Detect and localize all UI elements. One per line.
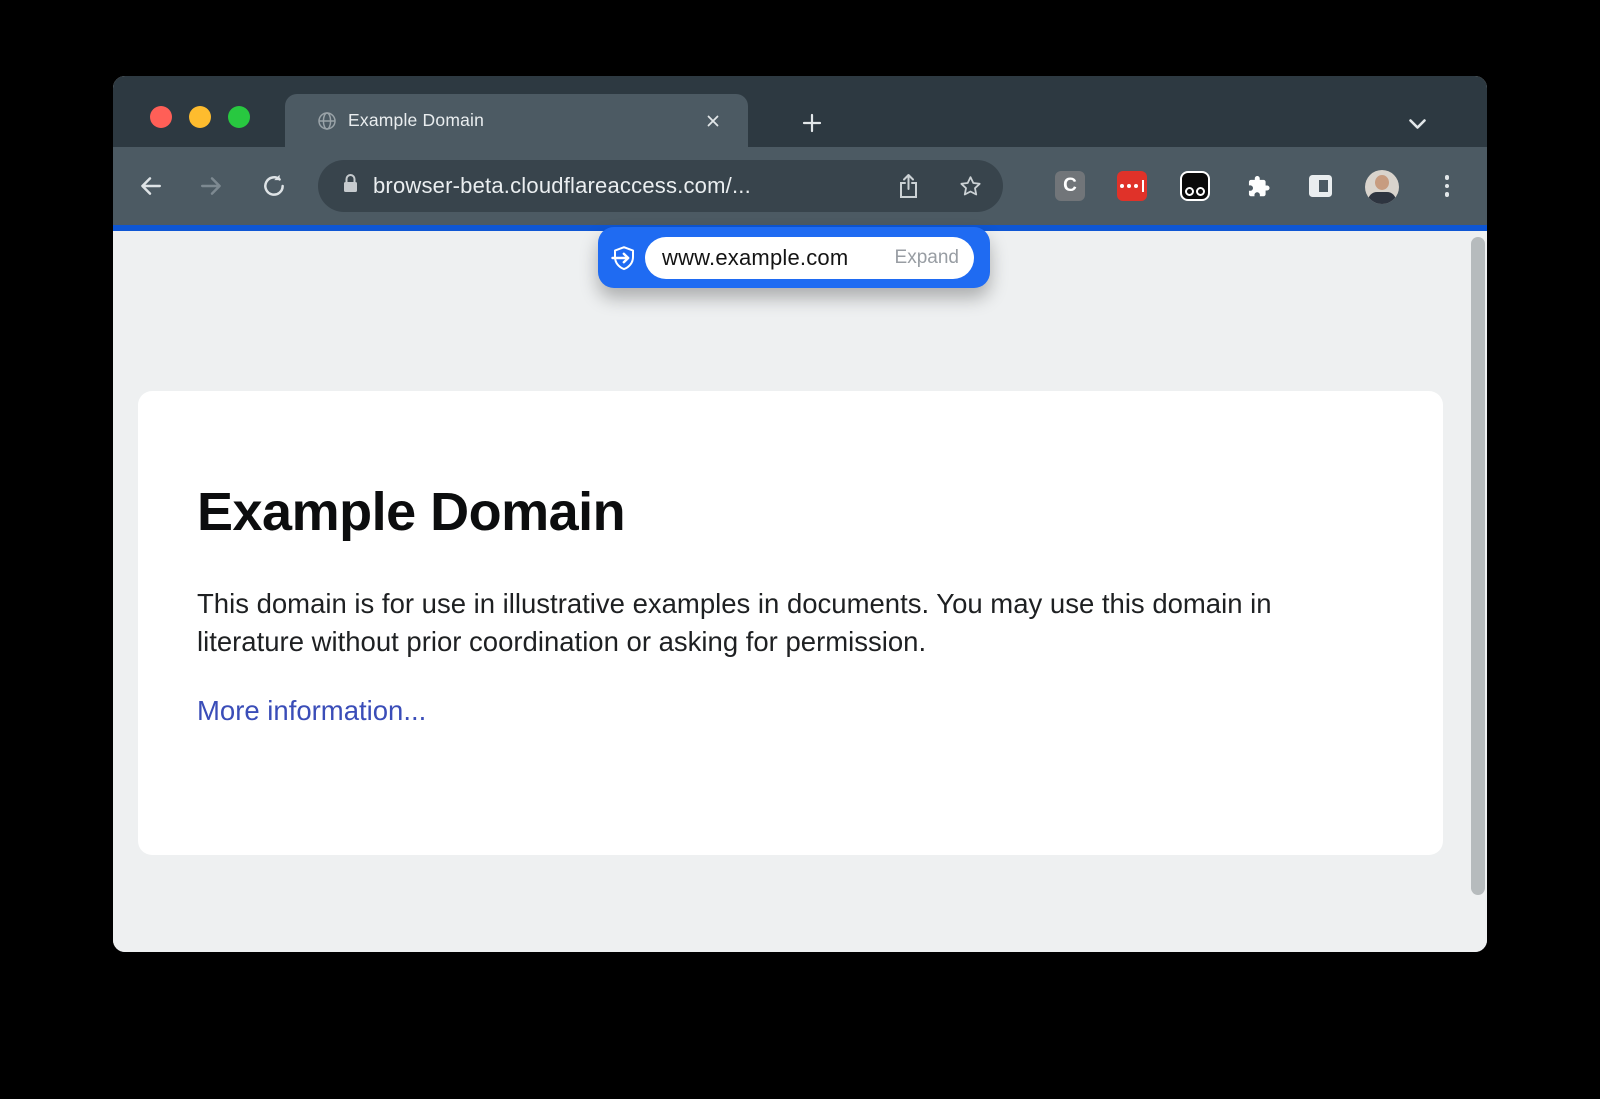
- browser-window: Example Domain: [113, 76, 1487, 952]
- shield-arrow-icon: [609, 243, 639, 273]
- address-bar[interactable]: browser-beta.cloudflareaccess.com/...: [318, 160, 1003, 212]
- url-text: browser-beta.cloudflareaccess.com/...: [373, 173, 751, 199]
- forward-icon[interactable]: [190, 164, 234, 208]
- extension-c-icon[interactable]: C: [1055, 171, 1085, 201]
- chevron-down-icon[interactable]: [1401, 114, 1433, 134]
- page-paragraph: This domain is for use in illustrative e…: [197, 585, 1352, 661]
- share-icon[interactable]: [893, 171, 923, 201]
- reload-icon[interactable]: [252, 164, 296, 208]
- bookmark-star-icon[interactable]: [955, 171, 985, 201]
- browser-menu-icon[interactable]: [1432, 171, 1462, 201]
- browser-tab[interactable]: Example Domain: [285, 94, 748, 147]
- expand-button[interactable]: Expand: [895, 247, 959, 269]
- traffic-light-close[interactable]: [150, 106, 172, 128]
- browser-isolation-banner[interactable]: www.example.com Expand: [598, 227, 990, 288]
- profile-avatar[interactable]: [1364, 169, 1400, 205]
- extension-dark-circles-icon[interactable]: [1180, 171, 1210, 201]
- side-panel-icon[interactable]: [1305, 171, 1335, 201]
- new-tab-button[interactable]: [794, 105, 830, 141]
- toolbar: browser-beta.cloudflareaccess.com/... C: [113, 147, 1487, 225]
- tab-close-icon[interactable]: [700, 108, 726, 134]
- tab-strip: Example Domain: [113, 76, 1487, 147]
- page-viewport: www.example.com Expand Example Domain Th…: [113, 231, 1487, 952]
- scrollbar-thumb[interactable]: [1471, 237, 1485, 895]
- more-information-link[interactable]: More information...: [197, 695, 426, 727]
- traffic-light-minimize[interactable]: [189, 106, 211, 128]
- lock-icon[interactable]: [342, 173, 359, 199]
- tab-title: Example Domain: [348, 110, 484, 131]
- extension-password-manager-icon[interactable]: [1117, 171, 1147, 201]
- isolated-domain-field[interactable]: www.example.com Expand: [645, 237, 974, 279]
- traffic-light-maximize[interactable]: [228, 106, 250, 128]
- globe-favicon-icon: [317, 111, 337, 131]
- back-icon[interactable]: [128, 164, 172, 208]
- extensions-puzzle-icon[interactable]: [1242, 171, 1272, 201]
- content-card: Example Domain This domain is for use in…: [138, 391, 1443, 855]
- page-title: Example Domain: [197, 481, 1383, 543]
- isolated-domain-text: www.example.com: [662, 245, 848, 271]
